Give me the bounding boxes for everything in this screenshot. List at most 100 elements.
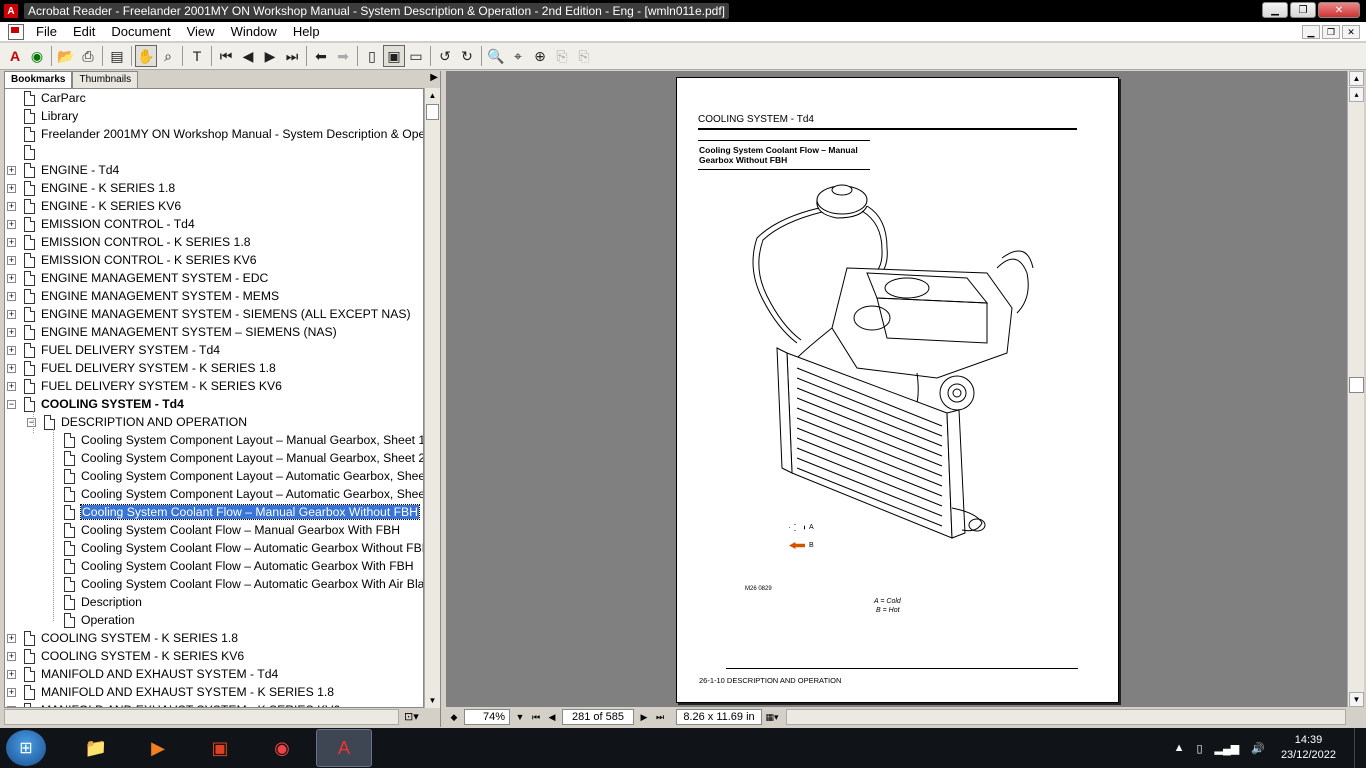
- bookmark-label[interactable]: EMISSION CONTROL - K SERIES KV6: [41, 253, 257, 267]
- bookmark-item[interactable]: [7, 143, 41, 161]
- status-last-page-icon[interactable]: ⏭: [653, 710, 667, 724]
- bookmark-label[interactable]: EMISSION CONTROL - K SERIES 1.8: [41, 235, 251, 249]
- bookmark-label[interactable]: MANIFOLD AND EXHAUST SYSTEM - Td4: [41, 667, 278, 681]
- document-vertical-scrollbar[interactable]: ▲ ▴ ▼: [1347, 71, 1364, 707]
- expand-toggle-icon[interactable]: +: [7, 165, 16, 175]
- page-field[interactable]: 281 of 585: [562, 709, 634, 725]
- bookmarks-horizontal-scrollbar[interactable]: [4, 709, 399, 725]
- bookmark-item[interactable]: + ENGINE - Td4: [7, 161, 119, 179]
- bookmark-label[interactable]: FUEL DELIVERY SYSTEM - Td4: [41, 343, 220, 357]
- show-desktop-button[interactable]: [1354, 728, 1366, 768]
- presentation-app-icon[interactable]: ▣: [192, 729, 248, 767]
- expand-toggle-icon[interactable]: +: [7, 255, 16, 265]
- expand-toggle-icon[interactable]: +: [7, 669, 16, 679]
- web-links-2-icon[interactable]: ⎘: [573, 45, 595, 67]
- bookmark-label[interactable]: ENGINE - Td4: [41, 163, 119, 177]
- expand-toggle-icon[interactable]: +: [7, 363, 16, 373]
- expand-toggle-icon[interactable]: +: [7, 309, 16, 319]
- last-page-icon[interactable]: ⏭: [281, 45, 303, 67]
- bookmark-label[interactable]: Cooling System Component Layout – Automa…: [81, 487, 423, 501]
- bookmark-item[interactable]: + MANIFOLD AND EXHAUST SYSTEM - Td4: [7, 665, 278, 683]
- menu-edit[interactable]: Edit: [65, 24, 103, 39]
- bookmark-item[interactable]: Cooling System Coolant Flow – Automatic …: [47, 575, 423, 593]
- bookmark-label[interactable]: CarParc: [41, 91, 86, 105]
- text-select-tool-icon[interactable]: T: [186, 45, 208, 67]
- hand-tool-icon[interactable]: ✋: [135, 45, 157, 67]
- bookmark-label[interactable]: MANIFOLD AND EXHAUST SYSTEM - K SERIES K…: [41, 703, 340, 707]
- bookmark-label[interactable]: DESCRIPTION AND OPERATION: [61, 415, 247, 429]
- bookmark-label[interactable]: ENGINE - K SERIES 1.8: [41, 181, 175, 195]
- bookmark-item[interactable]: + ENGINE - K SERIES KV6: [7, 197, 181, 215]
- show-navigation-pane-icon[interactable]: ▤: [106, 45, 128, 67]
- bookmark-item[interactable]: + COOLING SYSTEM - K SERIES KV6: [7, 647, 244, 665]
- fit-page-icon[interactable]: ▣: [383, 45, 405, 67]
- bookmark-item[interactable]: + ENGINE MANAGEMENT SYSTEM - EDC: [7, 269, 268, 287]
- bookmark-label[interactable]: Cooling System Coolant Flow – Manual Gea…: [80, 504, 420, 520]
- expand-toggle-icon[interactable]: +: [7, 651, 16, 661]
- zoom-field[interactable]: 74%: [464, 709, 510, 725]
- bookmark-item[interactable]: Cooling System Coolant Flow – Manual Gea…: [47, 503, 420, 521]
- bookmark-item[interactable]: Description: [47, 593, 142, 611]
- doc-minimize-button[interactable]: ▁: [1302, 25, 1320, 39]
- document-horizontal-scrollbar[interactable]: [786, 709, 1346, 725]
- doc-scroll-up-icon[interactable]: ▲: [1349, 71, 1364, 86]
- doc-scroll-thumb[interactable]: [1349, 377, 1364, 393]
- web-capture-icon[interactable]: ◉: [26, 45, 48, 67]
- bookmark-label[interactable]: FUEL DELIVERY SYSTEM - K SERIES 1.8: [41, 361, 276, 375]
- bookmark-item[interactable]: + ENGINE MANAGEMENT SYSTEM – SIEMENS (NAS…: [7, 323, 337, 341]
- expand-toggle-icon[interactable]: +: [7, 201, 16, 211]
- expand-toggle-icon[interactable]: +: [7, 291, 16, 301]
- bookmark-label[interactable]: Cooling System Coolant Flow – Automatic …: [81, 559, 414, 573]
- bookmark-label[interactable]: Cooling System Component Layout – Manual…: [81, 433, 423, 447]
- bookmark-label[interactable]: Cooling System Component Layout – Automa…: [81, 469, 423, 483]
- page-layout-icon[interactable]: ▦▾: [765, 710, 779, 724]
- bookmark-item[interactable]: Cooling System Coolant Flow – Automatic …: [47, 539, 423, 557]
- bookmark-item[interactable]: + EMISSION CONTROL - Td4: [7, 215, 195, 233]
- bookmark-label[interactable]: Description: [81, 595, 142, 609]
- bookmark-label[interactable]: MANIFOLD AND EXHAUST SYSTEM - K SERIES 1…: [41, 685, 334, 699]
- document-view[interactable]: COOLING SYSTEM - Td4 Cooling System Cool…: [446, 71, 1347, 707]
- tab-thumbnails[interactable]: Thumbnails: [72, 71, 139, 88]
- first-page-icon[interactable]: ⏮: [215, 45, 237, 67]
- bookmark-item[interactable]: Operation: [47, 611, 135, 629]
- expand-toggle-icon[interactable]: +: [7, 687, 16, 697]
- battery-icon[interactable]: ▯: [1196, 742, 1202, 755]
- scroll-up-arrow-icon[interactable]: ▲: [425, 88, 440, 103]
- bookmark-item[interactable]: + EMISSION CONTROL - K SERIES KV6: [7, 251, 257, 269]
- bookmark-item[interactable]: Cooling System Coolant Flow – Manual Gea…: [47, 521, 400, 539]
- bookmark-label[interactable]: Operation: [81, 613, 135, 627]
- bookmark-label[interactable]: COOLING SYSTEM - K SERIES 1.8: [41, 631, 238, 645]
- bookmark-label[interactable]: ENGINE MANAGEMENT SYSTEM – SIEMENS (NAS): [41, 325, 337, 339]
- zoom-dropdown-icon[interactable]: ▼: [513, 710, 527, 724]
- bookmark-label[interactable]: ENGINE MANAGEMENT SYSTEM - SIEMENS (ALL …: [41, 307, 411, 321]
- bookmark-label[interactable]: ENGINE MANAGEMENT SYSTEM - EDC: [41, 271, 268, 285]
- bookmark-item[interactable]: + COOLING SYSTEM - K SERIES 1.8: [7, 629, 238, 647]
- bookmark-label[interactable]: Cooling System Coolant Flow – Automatic …: [81, 541, 423, 555]
- bookmarks-vertical-scrollbar[interactable]: ▲ ▼: [424, 88, 440, 708]
- bookmark-label[interactable]: Cooling System Coolant Flow – Automatic …: [81, 577, 423, 591]
- expand-toggle-icon[interactable]: +: [7, 219, 16, 229]
- doc-restore-button[interactable]: ❐: [1322, 25, 1340, 39]
- signal-icon[interactable]: ▂▄▆: [1215, 742, 1240, 755]
- clock[interactable]: 14:39 23/12/2022: [1281, 733, 1336, 763]
- web-links-icon[interactable]: ⎘: [551, 45, 573, 67]
- scroll-down-arrow-icon[interactable]: ▼: [425, 693, 440, 708]
- bookmark-label[interactable]: Cooling System Component Layout – Manual…: [81, 451, 423, 465]
- bookmark-item[interactable]: + FUEL DELIVERY SYSTEM - Td4: [7, 341, 220, 359]
- expand-toggle-icon[interactable]: +: [7, 345, 16, 355]
- acrobat-logo-icon[interactable]: A: [4, 45, 26, 67]
- status-prev-page-icon[interactable]: ◀: [545, 710, 559, 724]
- bookmark-item[interactable]: + ENGINE MANAGEMENT SYSTEM - SIEMENS (ALL…: [7, 305, 411, 323]
- bookmark-options-icon[interactable]: ⊡▾: [404, 710, 419, 723]
- status-first-page-icon[interactable]: ⏮: [529, 710, 543, 724]
- find-icon[interactable]: 🔍: [485, 45, 507, 67]
- expand-toggle-icon[interactable]: −: [27, 417, 36, 427]
- zoom-tool-icon[interactable]: ⌕: [157, 45, 179, 67]
- expand-toggle-icon[interactable]: −: [7, 399, 16, 409]
- bookmark-item[interactable]: Cooling System Coolant Flow – Automatic …: [47, 557, 414, 575]
- bookmark-item[interactable]: + MANIFOLD AND EXHAUST SYSTEM - K SERIES …: [7, 683, 334, 701]
- pane-toggle-icon[interactable]: ◆: [447, 710, 461, 724]
- tab-bookmarks[interactable]: Bookmarks: [4, 71, 73, 88]
- expand-toggle-icon[interactable]: +: [7, 381, 16, 391]
- volume-icon[interactable]: 🔊: [1251, 742, 1265, 755]
